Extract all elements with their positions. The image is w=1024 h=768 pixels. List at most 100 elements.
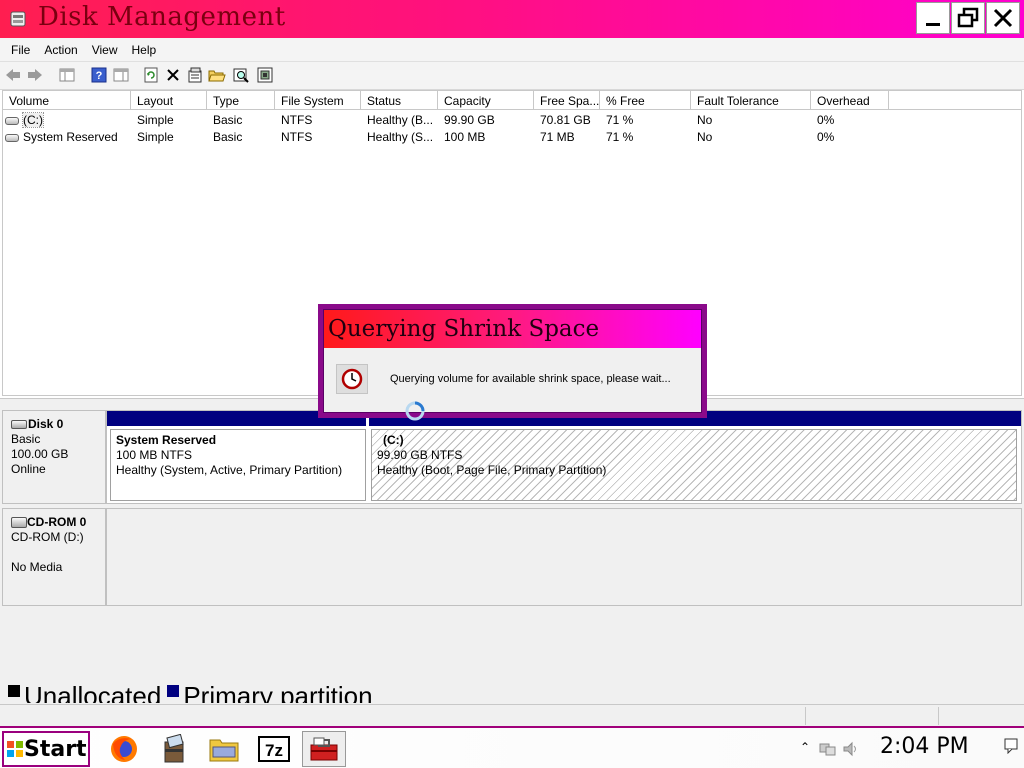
column-overhead[interactable]: Overhead xyxy=(811,91,889,110)
type-cell: Basic xyxy=(213,130,243,144)
taskbar-archive-tool[interactable] xyxy=(152,731,196,767)
taskbar-clock[interactable]: 2:04 PM xyxy=(880,734,969,759)
show-hide-console-tree-button[interactable] xyxy=(58,66,76,84)
fs-cell: NTFS xyxy=(281,130,313,144)
delete-button[interactable] xyxy=(164,66,182,84)
properties-button[interactable] xyxy=(186,66,204,84)
menu-help[interactable]: Help xyxy=(125,43,164,57)
disk-management-icon xyxy=(10,10,26,28)
disk-0-name: Disk 0 xyxy=(28,417,64,431)
column-layout[interactable]: Layout xyxy=(131,91,207,110)
taskbar-disk-management[interactable] xyxy=(302,731,346,767)
disk-0-partitions: System Reserved 100 MB NTFS Healthy (Sys… xyxy=(106,410,1022,504)
percent-free-cell: 71 % xyxy=(606,113,634,127)
partition-c[interactable]: (C:) 99.90 GB NTFS Healthy (Boot, Page F… xyxy=(371,429,1017,501)
forward-arrow-icon xyxy=(28,69,42,81)
column-percent-free[interactable]: % Free xyxy=(600,91,691,110)
taskbar-7zip[interactable]: 7z xyxy=(252,731,296,767)
folder-icon xyxy=(209,739,239,762)
forward-button[interactable] xyxy=(26,66,44,84)
taskbar-file-manager[interactable] xyxy=(202,731,246,767)
dialog-title[interactable]: Querying Shrink Space xyxy=(324,310,701,348)
capacity-cell: 99.90 GB xyxy=(444,113,495,127)
7zip-icon: 7z xyxy=(258,736,290,762)
title-bar[interactable]: Disk Management xyxy=(0,0,1024,38)
minimize-button[interactable] xyxy=(916,2,950,34)
menu-view[interactable]: View xyxy=(85,43,125,57)
close-button[interactable] xyxy=(986,2,1020,34)
minimize-icon xyxy=(926,23,940,26)
table-row[interactable]: System Reserved Simple Basic NTFS Health… xyxy=(3,128,1021,145)
back-button[interactable] xyxy=(4,66,22,84)
column-free-space[interactable]: Free Spa... xyxy=(534,91,600,110)
cdrom-0-label[interactable]: CD-ROM 0 CD-ROM (D:) No Media xyxy=(2,508,106,606)
menu-action[interactable]: Action xyxy=(37,43,84,57)
toolbar: ? xyxy=(0,62,1024,90)
cdrom-0-area xyxy=(106,508,1022,606)
disk-0-size: 100.00 GB xyxy=(11,447,69,461)
help-button[interactable]: ? xyxy=(90,66,108,84)
dialog-icon-frame xyxy=(336,364,368,394)
overhead-cell: 0% xyxy=(817,130,835,144)
legend-primary-partition: Primary partition xyxy=(183,681,373,703)
restore-icon xyxy=(957,7,979,28)
menu-bar: File Action View Help xyxy=(0,38,1024,62)
menu-file[interactable]: File xyxy=(4,43,37,57)
drive-icon xyxy=(5,116,19,125)
partition-name: System Reserved xyxy=(116,433,217,447)
column-fault-tolerance[interactable]: Fault Tolerance xyxy=(691,91,811,110)
clock-icon xyxy=(341,368,363,390)
fault-tolerance-cell: No xyxy=(697,113,713,127)
table-row[interactable]: (C:) Simple Basic NTFS Healthy (B... 99.… xyxy=(3,111,1021,128)
action-pane-icon xyxy=(113,68,129,82)
open-button[interactable] xyxy=(208,66,226,84)
type-cell: Basic xyxy=(213,113,243,127)
column-capacity[interactable]: Capacity xyxy=(438,91,534,110)
start-label: Start xyxy=(24,736,87,762)
percent-free-cell: 71 % xyxy=(606,130,634,144)
column-volume[interactable]: Volume xyxy=(3,91,131,110)
overhead-cell: 0% xyxy=(817,113,835,127)
legend: Unallocated Primary partition xyxy=(4,681,373,703)
capacity-cell: 100 MB xyxy=(444,130,486,144)
fault-tolerance-cell: No xyxy=(697,130,713,144)
column-type[interactable]: Type xyxy=(207,91,275,110)
volume-cell: (C:) xyxy=(3,111,131,128)
partition-system-reserved[interactable]: System Reserved 100 MB NTFS Healthy (Sys… xyxy=(110,429,366,501)
restore-button[interactable] xyxy=(951,2,985,34)
status-bar xyxy=(0,704,1024,726)
querying-shrink-space-dialog[interactable]: Querying Shrink Space Querying volume fo… xyxy=(318,304,707,418)
dialog-body: Querying Shrink Space Querying volume fo… xyxy=(323,309,702,413)
explore-button[interactable] xyxy=(232,66,250,84)
volume-cell: System Reserved xyxy=(3,128,131,145)
volume-icon[interactable] xyxy=(842,741,860,757)
unallocated-swatch xyxy=(8,685,20,697)
column-file-system[interactable]: File System xyxy=(275,91,361,110)
show-hide-action-pane-button[interactable] xyxy=(112,66,130,84)
partition-size: 99.90 GB NTFS xyxy=(377,448,463,462)
show-hidden-icons-button[interactable]: ⌃ xyxy=(800,740,810,754)
action-center-icon[interactable] xyxy=(1004,738,1020,754)
partition-size: 100 MB NTFS xyxy=(116,448,193,462)
close-icon xyxy=(993,8,1013,28)
column-status[interactable]: Status xyxy=(361,91,438,110)
start-button[interactable]: Start xyxy=(2,731,90,767)
layout-cell: Simple xyxy=(137,130,174,144)
refresh-button[interactable] xyxy=(142,66,160,84)
legend-unallocated: Unallocated xyxy=(24,681,162,703)
delete-icon xyxy=(167,69,179,81)
disk-settings-button[interactable] xyxy=(256,66,274,84)
network-icon[interactable] xyxy=(818,741,836,757)
console-tree-icon xyxy=(59,68,75,82)
fs-cell: NTFS xyxy=(281,113,313,127)
taskbar-firefox[interactable] xyxy=(102,731,146,767)
disk-0-type: Basic xyxy=(11,432,41,446)
drive-icon xyxy=(5,133,19,142)
primary-partition-swatch xyxy=(167,685,180,697)
window-title: Disk Management xyxy=(38,2,286,32)
volume-name: (C:) xyxy=(22,112,44,128)
free-space-cell: 71 MB xyxy=(540,130,575,144)
search-icon xyxy=(233,68,249,83)
cdrom-0-name: CD-ROM 0 xyxy=(27,515,87,529)
disk-0-label[interactable]: Disk 0 Basic 100.00 GB Online xyxy=(2,410,106,504)
